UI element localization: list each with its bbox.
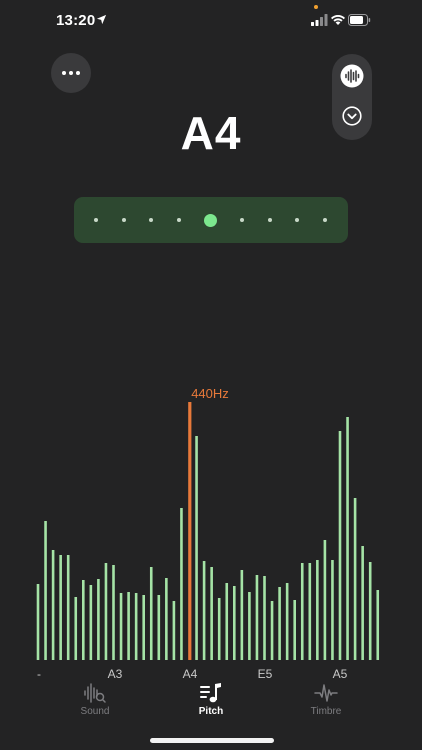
- spectrum-axis-label: A3: [107, 667, 123, 681]
- spectrum-bar: [331, 560, 334, 660]
- detected-note: A4: [180, 107, 242, 159]
- spectrum-bar: [172, 601, 176, 660]
- spectrum-bar: [157, 595, 161, 660]
- peak-frequency-label: 440Hz: [191, 386, 229, 401]
- more-options-button[interactable]: [51, 53, 91, 93]
- tuning-indicator-dot: [177, 218, 182, 222]
- audio-input-button[interactable]: [332, 56, 372, 96]
- spectrum-bar: [323, 540, 327, 660]
- spectrum-bar: [89, 585, 93, 660]
- spectrum-bar: [112, 565, 115, 660]
- tuning-indicator-dot: [240, 218, 244, 222]
- spectrum-bar: [36, 584, 40, 660]
- status-time: 13:20: [56, 12, 96, 29]
- cellular-signal-icon: [311, 14, 328, 26]
- spectrum-axis-label: A4: [182, 667, 198, 681]
- spectrum-bar: [82, 580, 85, 660]
- spectrum-axis-label: E5: [257, 667, 273, 681]
- status-bar: 13:20: [0, 0, 422, 44]
- spectrum-bar: [217, 598, 221, 660]
- tab-label: Sound: [80, 706, 110, 717]
- spectrum-bar: [195, 436, 198, 660]
- tab-label: Pitch: [198, 706, 224, 717]
- spectrum-bar: [202, 561, 206, 660]
- tab-bar: Sound Pitch Timbre: [0, 682, 422, 728]
- spectrum-bar: [225, 583, 229, 660]
- spectrum-bar: [142, 595, 145, 660]
- frequency-spectrum-chart: 440Hz: [36, 386, 380, 660]
- spectrum-axis-label: A5: [332, 667, 348, 681]
- spectrum-bar: [59, 555, 62, 660]
- battery-icon: [348, 14, 371, 26]
- tab-pitch[interactable]: Pitch: [171, 682, 251, 717]
- tuning-indicator-dot: [267, 218, 272, 222]
- spectrum-bar: [74, 597, 78, 660]
- spectrum-bar: [104, 563, 108, 660]
- spectrum-bar: [338, 431, 342, 660]
- spectrum-bar: [346, 417, 349, 660]
- waveform-circle-icon: [340, 64, 364, 88]
- spectrum-bar: [368, 562, 372, 660]
- spectrum-bar: [361, 546, 364, 660]
- spectrum-bar: [285, 583, 289, 660]
- spectrum-bar: [149, 567, 153, 660]
- spectrum-bar: [293, 600, 296, 660]
- spectrum-bar: [248, 592, 251, 660]
- tuning-indicator-dot: [149, 218, 154, 222]
- home-indicator: [150, 738, 274, 743]
- tuning-indicator-dot: [323, 218, 328, 222]
- music-note-list-icon: [200, 683, 221, 703]
- spectrum-bar: [270, 601, 274, 660]
- spectrum-bar: [263, 576, 266, 660]
- spectrum-bar: [66, 555, 70, 660]
- tuning-indicator: [74, 197, 348, 243]
- location-arrow-icon: [96, 14, 107, 25]
- spectrum-bar: [300, 563, 304, 660]
- spectrum-bar: [308, 563, 312, 660]
- waveform-pulse-icon: [314, 684, 338, 702]
- tuning-indicator-dot: [295, 218, 300, 222]
- spectrum-bar: [233, 586, 236, 660]
- spectrum-axis-label: -: [37, 667, 41, 681]
- spectrum-bar: [44, 521, 47, 660]
- tab-timbre[interactable]: Timbre: [286, 682, 366, 717]
- spectrum-bar: [134, 593, 138, 660]
- spectrum-bar: [278, 587, 281, 660]
- tuning-indicator-dot: [94, 218, 98, 222]
- spectrum-bar: [240, 570, 244, 660]
- spectrum-bar: [180, 508, 183, 660]
- spectrum-bar: [255, 575, 259, 660]
- spectrum-bar: [119, 593, 123, 660]
- spectrum-bar: [127, 592, 130, 660]
- tuning-indicator-active-dot: [204, 213, 217, 227]
- spectrum-bar: [376, 590, 380, 660]
- tab-label: Timbre: [310, 706, 342, 717]
- tab-sound[interactable]: Sound: [55, 682, 135, 717]
- spectrum-bar: [210, 567, 213, 660]
- spectrum-bar: [316, 560, 319, 660]
- tuning-indicator-dot: [121, 218, 126, 222]
- microphone-in-use-indicator: [314, 5, 318, 9]
- wifi-icon: [331, 15, 345, 25]
- spectrum-bar: [165, 578, 168, 660]
- spectrum-bar: [51, 550, 55, 660]
- waveform-search-icon: [84, 683, 106, 703]
- spectrum-bar: [97, 579, 100, 660]
- ellipsis-icon: [62, 71, 80, 75]
- spectrum-bar: [353, 498, 357, 660]
- peak-frequency-bar: [188, 402, 192, 660]
